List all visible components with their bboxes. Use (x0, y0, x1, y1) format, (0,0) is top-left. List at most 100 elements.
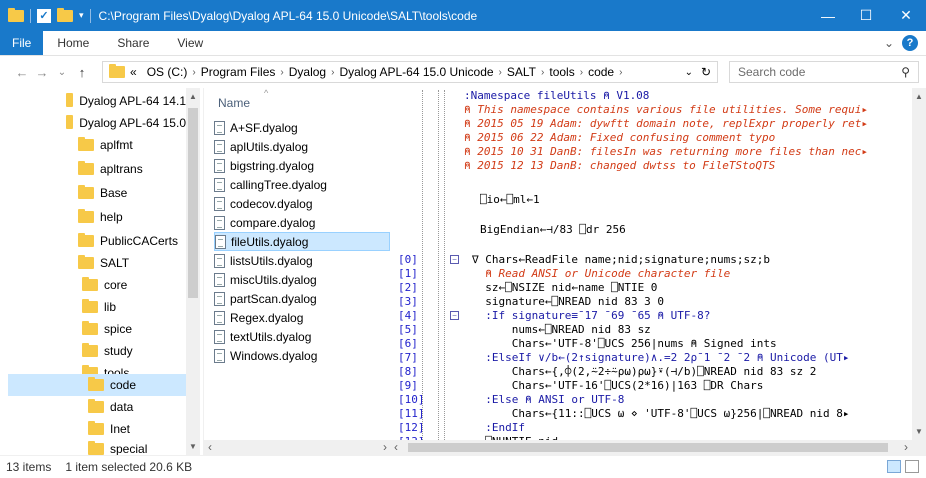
tree-item[interactable]: Base (78, 182, 178, 204)
tree-item[interactable]: help (78, 206, 178, 228)
minimize-button[interactable]: — (808, 0, 848, 31)
scroll-up-icon[interactable]: ▲ (915, 92, 923, 101)
breadcrumb-salt[interactable]: SALT (502, 65, 541, 79)
help-icon[interactable]: ? (902, 35, 918, 51)
file-item[interactable]: aplUtils.dyalog (214, 137, 390, 156)
line-number: [4] (398, 309, 418, 322)
tab-home[interactable]: Home (43, 31, 103, 55)
file-item[interactable]: Regex.dyalog (214, 308, 390, 327)
file-list-hscrollbar[interactable]: ‹ › (204, 440, 390, 455)
file-item-selected[interactable]: fileUtils.dyalog (214, 232, 390, 251)
search-icon[interactable]: ⚲ (901, 65, 910, 79)
breadcrumb-tools[interactable]: tools (544, 65, 579, 79)
forward-button[interactable]: → (32, 65, 52, 80)
file-name: partScan.dyalog (230, 291, 317, 306)
file-item[interactable]: bigstring.dyalog (214, 156, 390, 175)
folder-icon (78, 185, 94, 199)
tree-item[interactable]: SALT (78, 252, 178, 274)
search-input[interactable] (738, 65, 888, 79)
properties-check-icon[interactable]: ✓ (37, 8, 51, 23)
breadcrumb-os-c[interactable]: OS (C:) (142, 65, 193, 79)
code-line: :If signature≡¯17 ¯69 ¯65 ⍝ UTF-8? (472, 309, 711, 322)
address-bar[interactable]: « OS (C:) › Program Files › Dyalog › Dya… (102, 61, 718, 83)
tree-item[interactable]: Inet (88, 418, 178, 440)
scroll-right-icon[interactable]: › (904, 440, 908, 454)
folder-icon (66, 93, 74, 107)
breadcrumb-code[interactable]: code (583, 65, 619, 79)
folder-icon (109, 64, 125, 78)
file-item[interactable]: listsUtils.dyalog (214, 251, 390, 270)
file-item[interactable]: partScan.dyalog (214, 289, 390, 308)
scroll-right-icon[interactable]: › (383, 440, 387, 454)
code-line: :ElseIf ∨/b←(2↑signature)∧.=2 2⍴¯1 ¯2 ¯2… (472, 351, 850, 364)
document-icon (214, 329, 225, 344)
scrollbar-thumb[interactable] (408, 443, 888, 452)
line-number: [1] (398, 267, 418, 280)
tree-item[interactable]: data (88, 396, 178, 418)
line-numbers: [0] [1] [2] [3] [4] [5] [6] [7] [8] [9] … (398, 252, 438, 455)
file-item[interactable]: compare.dyalog (214, 213, 390, 232)
tree-item[interactable]: study (82, 340, 178, 362)
up-button[interactable]: ↑ (72, 65, 92, 80)
file-item[interactable]: miscUtils.dyalog (214, 270, 390, 289)
scroll-left-icon[interactable]: ‹ (208, 440, 212, 454)
tree-item[interactable]: core (82, 274, 178, 296)
new-folder-icon[interactable] (57, 7, 73, 22)
customize-qat-icon[interactable]: ▾ (79, 10, 84, 21)
maximize-button[interactable]: ☐ (846, 0, 886, 31)
chevron-right-icon[interactable]: › (619, 67, 622, 78)
tree-item[interactable]: Dyalog APL-64 14.1 (66, 90, 186, 112)
code-comment: ⍝ Read ANSI or Unicode character file (472, 267, 731, 280)
tree-item[interactable]: aplfmt (78, 134, 178, 156)
tree-item-label: SALT (100, 256, 130, 270)
tree-item-label: spice (104, 322, 133, 336)
line-number: [0] (398, 253, 418, 266)
breadcrumb-dyalog[interactable]: Dyalog (284, 65, 331, 79)
scroll-up-icon[interactable]: ▲ (189, 92, 197, 101)
tab-file[interactable]: File (0, 31, 44, 55)
file-item[interactable]: codecov.dyalog (214, 194, 390, 213)
tree-item[interactable]: spice (82, 318, 178, 340)
tab-view[interactable]: View (163, 31, 217, 55)
back-button[interactable]: ← (12, 65, 32, 80)
navigation-bar: ← → ⌄ ↑ « OS (C:) › Program Files › Dyal… (0, 56, 926, 88)
file-item[interactable]: textUtils.dyalog (214, 327, 390, 346)
fold-toggle-icon[interactable]: − (450, 311, 459, 320)
refresh-icon[interactable]: ↻ (701, 65, 711, 79)
fold-toggle-icon[interactable]: − (450, 255, 459, 264)
folder-icon (88, 399, 104, 413)
document-icon (214, 272, 225, 287)
expand-ribbon-icon[interactable]: ⌄ (884, 36, 894, 50)
tree-item[interactable]: apltrans (78, 158, 178, 180)
file-item[interactable]: A+SF.dyalog (214, 118, 390, 137)
tree-item[interactable]: special (88, 438, 178, 455)
large-icons-view-icon[interactable] (905, 460, 919, 473)
scrollbar-thumb[interactable] (188, 108, 198, 298)
file-item[interactable]: callingTree.dyalog (214, 175, 390, 194)
tree-scrollbar[interactable]: ▲ ▼ (186, 88, 200, 455)
breadcrumb-overflow[interactable]: « (125, 65, 142, 79)
address-dropdown-icon[interactable]: ⌄ (685, 67, 693, 78)
breadcrumb-dyalog-apl[interactable]: Dyalog APL-64 15.0 Unicode (334, 65, 498, 79)
preview-vscrollbar[interactable]: ▲ ▼ (912, 88, 926, 440)
folder-icon (82, 277, 98, 291)
tree-item[interactable]: lib (82, 296, 178, 318)
search-box[interactable]: ⚲ (729, 61, 919, 83)
tree-item[interactable]: Dyalog APL-64 15.0 (66, 112, 186, 134)
tree-item[interactable]: PublicCACerts (78, 230, 178, 252)
recent-locations-button[interactable]: ⌄ (52, 67, 72, 78)
close-button[interactable]: ✕ (886, 0, 926, 31)
tree-item-selected[interactable]: code (8, 374, 186, 396)
scroll-down-icon[interactable]: ▼ (189, 442, 197, 451)
file-item[interactable]: Windows.dyalog (214, 346, 390, 365)
column-header-name[interactable]: Name (218, 96, 250, 110)
details-view-icon[interactable] (887, 460, 901, 473)
scroll-left-icon[interactable]: ‹ (394, 440, 398, 454)
preview-hscrollbar[interactable]: ‹ › (390, 440, 926, 455)
code-comment: ⍝ 2015 12 13 DanB: changed dwtss to File… (464, 159, 776, 172)
explorer-window: ✓ ▾ C:\Program Files\Dyalog\Dyalog APL-6… (0, 0, 926, 478)
breadcrumb-program-files[interactable]: Program Files (196, 65, 281, 79)
tree-item-label: core (104, 278, 128, 292)
scroll-down-icon[interactable]: ▼ (915, 427, 923, 436)
tab-share[interactable]: Share (103, 31, 163, 55)
